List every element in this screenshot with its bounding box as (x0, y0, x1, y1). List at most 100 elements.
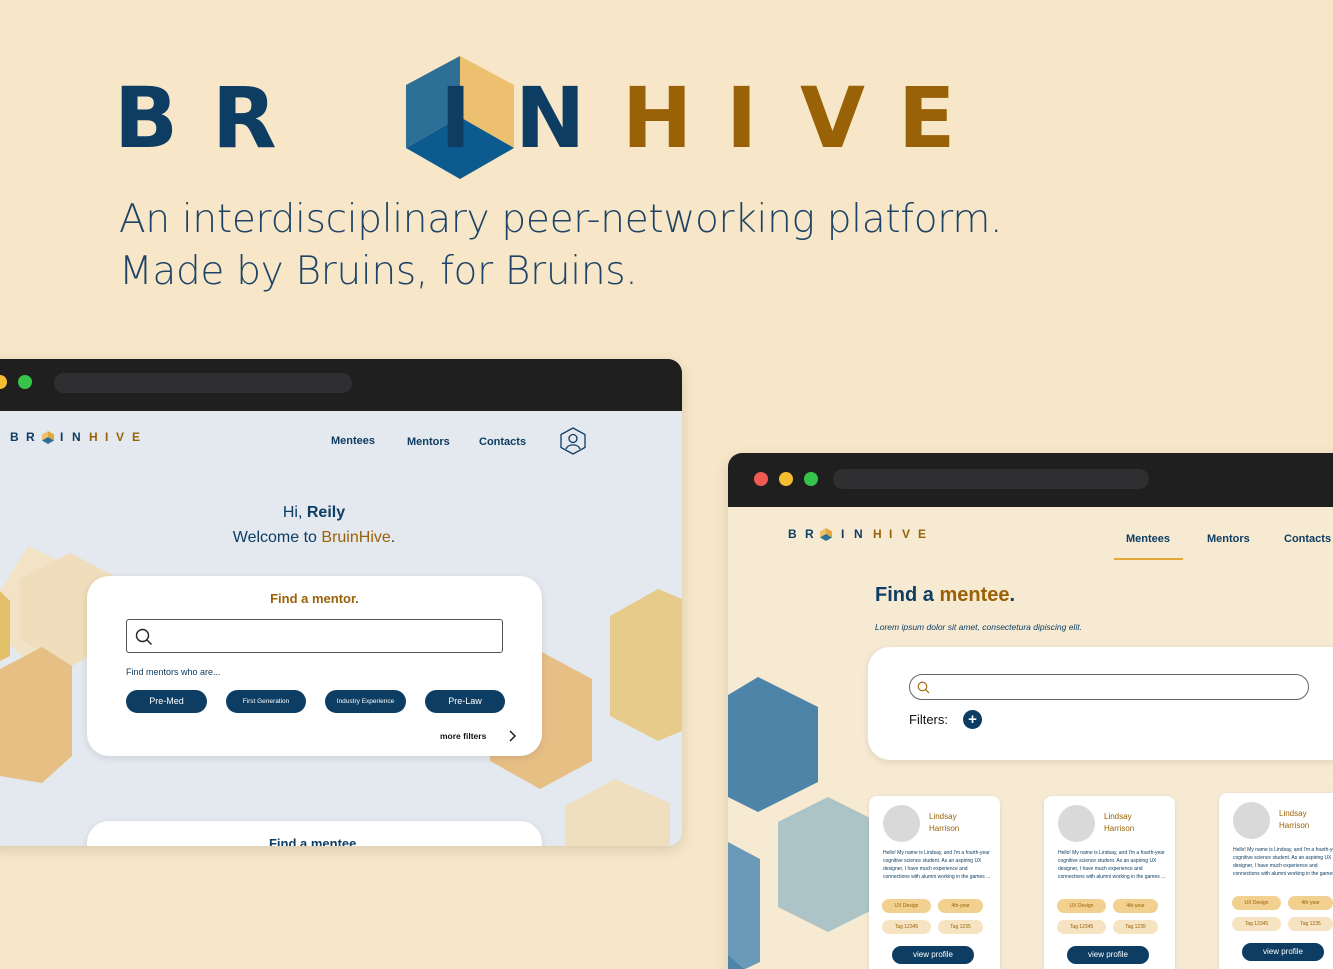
nav2-logo-n: N (854, 527, 863, 541)
view-profile-button[interactable]: view profile (892, 946, 974, 964)
nav2-logo-b: B (788, 527, 797, 541)
nav2-logo-i: I (841, 527, 845, 541)
search-icon (135, 628, 152, 645)
greeting-line: Hi, Reily (0, 504, 628, 522)
tag-ux-design[interactable]: UX Design (1232, 896, 1281, 910)
mentee-search-card: Filters: + (868, 647, 1333, 760)
find-mentors-prompt: Find mentors who are... (126, 667, 221, 677)
browser-chrome-2 (728, 453, 1333, 507)
nav-link-mentors[interactable]: Mentors (407, 436, 450, 448)
tag-generic[interactable]: Tag 12345 (1057, 920, 1106, 934)
maximize-dot-icon-2[interactable] (804, 472, 818, 486)
nav2-logo-i2: I (889, 527, 893, 541)
profile-card: Lindsay Harrison Hello! My name is Linds… (1219, 793, 1333, 969)
profile-last-name: Harrison (929, 824, 960, 833)
avatar (883, 805, 920, 842)
logo-letter-n: N (515, 69, 586, 167)
chip-pre-med[interactable]: Pre-Med (126, 690, 207, 713)
page-body-2: B R I N H I V E Mentees Mentors Contacts… (728, 507, 1333, 969)
logo-letter-h: H (622, 69, 693, 167)
view-profile-button[interactable]: view profile (1242, 943, 1324, 961)
browser-chrome (0, 359, 682, 411)
nav-logo-e: E (132, 430, 141, 444)
chip-first-generation[interactable]: First Generation (226, 690, 306, 713)
profile-name: Lindsay Harrison (929, 811, 959, 835)
nav2-logo-e: E (918, 527, 927, 541)
welcome-text: Welcome to (232, 529, 317, 546)
find-mentor-title: Find a mentor. (270, 591, 359, 606)
maximize-dot-icon[interactable] (18, 375, 32, 389)
close-dot-icon[interactable] (754, 472, 768, 486)
tag-ux-design[interactable]: UX Design (882, 899, 931, 913)
find-mentee-heading: Find a mentee. (875, 584, 1015, 607)
heading-part-1: Find a (875, 584, 934, 606)
plus-icon: + (968, 711, 977, 728)
tag-generic[interactable]: Tag 1235 (1288, 917, 1333, 931)
view-profile-button[interactable]: view profile (1067, 946, 1149, 964)
avatar (1233, 802, 1270, 839)
profile-bio: Hello! My name is Lindsay, and I'm a fou… (1233, 847, 1333, 877)
tag-year[interactable]: 4th-year (1288, 896, 1333, 910)
nav-logo[interactable]: B R I N H I V E (10, 430, 160, 446)
mentee-search-input[interactable] (909, 674, 1309, 700)
tagline: An interdisciplinary peer-networking pla… (119, 194, 1002, 298)
logo-letter-i2: I (726, 69, 758, 167)
tag-generic[interactable]: Tag 1235 (1113, 920, 1158, 934)
profile-first-name: Lindsay (1279, 809, 1307, 818)
nav2-link-mentees[interactable]: Mentees (1126, 533, 1170, 545)
user-profile-icon[interactable] (560, 427, 586, 455)
welcome-period: . (390, 529, 396, 546)
logo-letter-r: R (212, 69, 277, 167)
welcome-brand: BruinHive (321, 529, 391, 546)
logo-letter-i: I (440, 69, 472, 167)
greeting-hi: Hi, (282, 504, 303, 521)
nav2-link-contacts[interactable]: Contacts (1284, 533, 1331, 545)
avatar (1058, 805, 1095, 842)
add-filter-button[interactable]: + (963, 710, 982, 729)
nav-hive-icon (42, 431, 54, 444)
active-tab-underline (1114, 558, 1183, 560)
minimize-dot-icon-2[interactable] (779, 472, 793, 486)
profile-name: Lindsay Harrison (1104, 811, 1134, 835)
tagline-line-1: An interdisciplinary peer-networking pla… (119, 197, 1003, 242)
logo-letter-v: V (800, 69, 866, 167)
find-mentee-title: Find a mentee. (268, 836, 361, 846)
tag-generic[interactable]: Tag 1235 (938, 920, 983, 934)
more-filters-label: more filters (440, 731, 487, 741)
mentor-search-input[interactable] (126, 619, 503, 653)
profile-card: Lindsay Harrison Hello! My name is Linds… (869, 796, 1000, 969)
nav2-link-mentors[interactable]: Mentors (1207, 533, 1250, 545)
nav-logo-2[interactable]: B R I N H I V E (788, 527, 938, 543)
greeting-username: Reily (306, 504, 346, 521)
nav-link-mentees[interactable]: Mentees (331, 435, 375, 447)
nav2-logo-h: H (873, 527, 882, 541)
heading-part-2: mentee (939, 584, 1010, 606)
tag-year[interactable]: 4th-year (938, 899, 983, 913)
chip-pre-law[interactable]: Pre-Law (425, 690, 505, 713)
nav-logo-h: H (89, 430, 98, 444)
more-filters-link[interactable]: more filters (440, 731, 486, 741)
profile-bio: Hello! My name is Lindsay, and I'm a fou… (883, 850, 991, 880)
profile-bio: Hello! My name is Lindsay, and I'm a fou… (1058, 850, 1166, 880)
address-bar-2[interactable] (833, 469, 1149, 489)
tag-generic[interactable]: Tag 12345 (1232, 917, 1281, 931)
chip-industry-experience[interactable]: Industry Experience (325, 690, 406, 713)
nav-logo-i2: I (105, 430, 109, 444)
tag-generic[interactable]: Tag 12345 (882, 920, 931, 934)
profile-last-name: Harrison (1279, 821, 1310, 830)
nav-logo-i: I (60, 430, 64, 444)
nav-logo-r: R (26, 430, 35, 444)
find-mentor-card: Find a mentor. Find mentors who are... P… (87, 576, 542, 756)
nav-link-contacts[interactable]: Contacts (479, 436, 526, 448)
welcome-line: Welcome to BruinHive. (0, 529, 628, 547)
chevron-right-icon[interactable] (507, 729, 517, 743)
address-bar[interactable] (54, 373, 352, 393)
browser-window-mentor: B R I N H I V E Mentees Mentors Contacts… (0, 359, 682, 846)
minimize-dot-icon[interactable] (0, 375, 7, 389)
nav-logo-v: V (116, 430, 125, 444)
find-mentee-card: Find a mentee. (87, 821, 542, 846)
tag-year[interactable]: 4th-year (1113, 899, 1158, 913)
tag-ux-design[interactable]: UX Design (1057, 899, 1106, 913)
profile-card: Lindsay Harrison Hello! My name is Linds… (1044, 796, 1175, 969)
profile-first-name: Lindsay (1104, 812, 1132, 821)
